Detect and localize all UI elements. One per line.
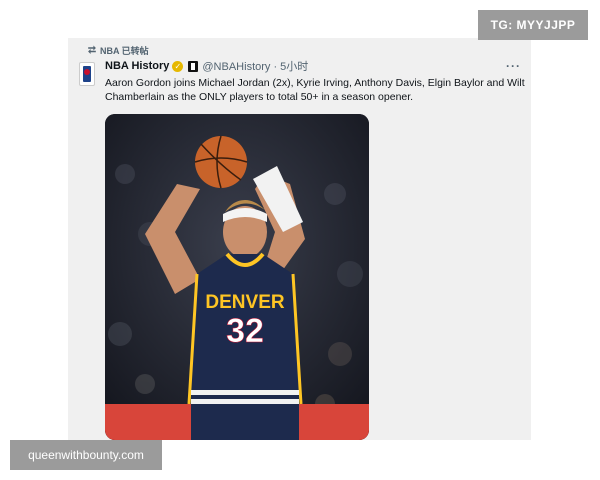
- display-name[interactable]: NBA History: [105, 60, 169, 72]
- shorts: [191, 404, 299, 440]
- jersey-team-text: DENVER: [205, 292, 284, 313]
- telegram-watermark: TG: MYYJJPP: [478, 10, 588, 40]
- tweet-media-image[interactable]: DENVER 32: [105, 114, 369, 440]
- retweet-label: NBA 已转帖: [100, 46, 149, 56]
- jersey-number-text: 32: [226, 312, 264, 350]
- nba-logo-icon: [83, 66, 91, 82]
- avatar[interactable]: [79, 62, 95, 86]
- tweet-card[interactable]: ⮂ NBA 已转帖 NBA History ✓ @NBAHistory · 5小…: [68, 38, 531, 440]
- more-options-icon[interactable]: ···: [506, 59, 521, 73]
- retweet-indicator[interactable]: ⮂ NBA 已转帖: [88, 44, 149, 57]
- retweet-icon: ⮂: [88, 45, 96, 56]
- tweet-header: NBA History ✓ @NBAHistory · 5小时 ···: [105, 58, 521, 74]
- player-photo: DENVER 32: [105, 114, 369, 440]
- tweet-text: Aaron Gordon joins Michael Jordan (2x), …: [105, 77, 525, 103]
- handle-and-time[interactable]: @NBAHistory · 5小时: [202, 58, 308, 74]
- nba-affiliate-badge-icon[interactable]: [188, 60, 199, 72]
- site-watermark: queenwithbounty.com: [10, 440, 162, 470]
- basketball: [195, 136, 247, 188]
- verified-badge-icon: ✓: [172, 60, 184, 72]
